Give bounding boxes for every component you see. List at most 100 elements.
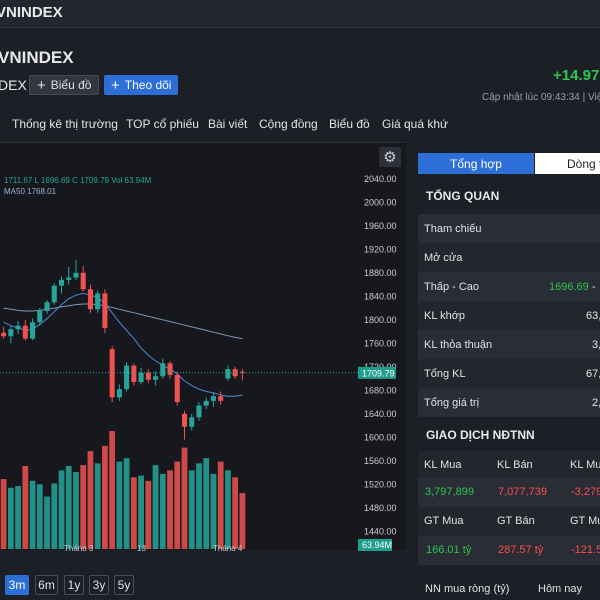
col-value: 287.57 tỷ [498,544,544,556]
price-tick-label: 1600.00 [364,432,397,442]
range-6m[interactable]: 6m [35,575,58,595]
volume-bar [7,487,14,549]
range-3m[interactable]: 3m [5,575,29,595]
price-tick-label: 1760.00 [364,338,397,348]
candle-body [8,329,14,337]
row-value: 3, [592,338,600,351]
foreign-value-values: 166.01 tỷ 287.57 tỷ -121.5 [418,536,600,565]
chart-button-label: Biểu đồ [50,78,92,92]
nav-item-chart[interactable]: Biểu đồ [329,117,370,131]
price-tick-label: 1680.00 [364,385,397,395]
plus-icon: + [111,76,120,94]
row-label: KL thỏa thuận [424,338,493,351]
gear-icon[interactable]: ⚙ [379,147,401,167]
index-code: DEX [0,77,27,93]
row-reference: Tham chiếu [418,214,600,243]
tab-summary[interactable]: Tổng hợp [418,153,534,174]
chart-area[interactable]: 2040.00 2000.00 1960.00 1920.00 1880.00 1840.… [0,142,406,551]
tab-cashflow[interactable]: Dòng t [535,153,600,174]
candle-body [116,389,122,398]
range-5y[interactable]: 5y [114,575,134,595]
price-chart[interactable]: 2040.00 2000.00 1960.00 1920.00 1880.00 1840.… [0,143,406,551]
price-tick-label: 2040.00 [364,174,397,184]
row-label: KL khớp [424,309,466,322]
volume-bar [102,445,108,549]
volume-bar [116,461,123,549]
candle-body [15,325,21,330]
candle-body [80,272,86,290]
volume-bar [138,475,144,549]
candle-body [138,372,144,383]
x-axis-label: 13 [137,544,146,551]
candle-body [73,272,79,278]
volume-bar [94,463,101,549]
summary-panel: Tổng hợp Dòng t TỔNG QUAN Tham chiếu Mở … [418,150,600,600]
candle-body [218,396,224,401]
row-label: Mở cửa [424,251,463,264]
row-value: 1696.69 [549,280,589,293]
row-value: 67, [586,367,600,380]
foreign-volume-values: 3,797,899 7,077,739 -3,279 [418,478,600,507]
net-buy-label: NN mua ròng (tỷ) [425,583,510,595]
volume-bar [87,451,94,549]
candle-body [196,405,202,418]
nav-item-history[interactable]: Giá quá khứ [382,117,448,131]
row-deal-volume: KL thỏa thuận 3, [418,330,600,359]
volume-bar [232,477,239,549]
row-label: Tổng giá trị [424,396,480,409]
col-header: KL Bán [497,459,533,471]
volume-bar [51,483,58,549]
follow-button[interactable]: + Theo dõi [104,75,179,95]
candle-body [30,322,36,339]
volume-bar [44,496,50,549]
candle-body [203,400,209,406]
row-matched-volume: KL khớp 63, [418,301,600,330]
nav-item-top-stocks[interactable]: TOP cổ phiếu [126,117,199,131]
legend-ohlc: 1711.67 L 1696.69 C 1709.79 Vol 63.94M [4,176,152,185]
foreign-volume-headers: KL Mua KL Bán KL Mu [418,451,600,480]
candle-body [181,413,188,427]
panel-gap [406,142,418,600]
volume-bar [22,465,29,549]
price-tick-label: 1520.00 [364,479,397,489]
row-value: 2, [592,396,600,409]
nav-item-community[interactable]: Cộng đồng [259,117,318,131]
range-3y[interactable]: 3y [89,575,109,595]
candle-body [102,293,108,329]
volume-bar [174,461,181,549]
nav-item-market-stats[interactable]: Thống kê thị trường [12,117,118,131]
volume-bar [225,470,231,549]
plus-icon: + [37,76,46,94]
candle-body [109,349,115,398]
row-label: Tham chiếu [424,222,482,235]
volume-bar [65,465,72,549]
row-total-volume: Tổng KL 67, [418,359,600,388]
index-title: VNINDEX [0,48,74,67]
volume-bar [29,480,36,549]
chart-button[interactable]: + Biểu đồ [29,75,100,95]
row-separator: - [592,280,596,293]
volume-bar [188,470,195,549]
header: VNINDEX DEX + Biểu đồ + Theo dõi +14.97 … [0,28,600,108]
candle-body [22,325,28,339]
candle-body [1,332,7,337]
candle-body [51,285,57,303]
candle-body [66,277,72,280]
row-open: Mở cửa [418,243,600,272]
col-header: KL Mu [570,459,600,471]
price-tick-label: 1560.00 [364,456,397,466]
candle-body [124,365,130,390]
col-value: 166.01 tỷ [426,544,472,556]
range-1y[interactable]: 1y [64,575,84,595]
x-axis-label: Tháng 4 [213,544,243,551]
nav-item-articles[interactable]: Bài viết [208,117,247,131]
volume-bar [196,463,202,549]
last-volume-label: 63.94M [362,540,392,550]
candle-body [58,279,65,286]
period-label[interactable]: Hôm nay [538,583,582,595]
index-change: +14.97 [553,67,600,84]
row-label: Thấp - Cao [424,280,480,293]
col-header: KL Mua [424,459,462,471]
volume-bar [0,479,7,549]
candle-body [145,372,151,380]
